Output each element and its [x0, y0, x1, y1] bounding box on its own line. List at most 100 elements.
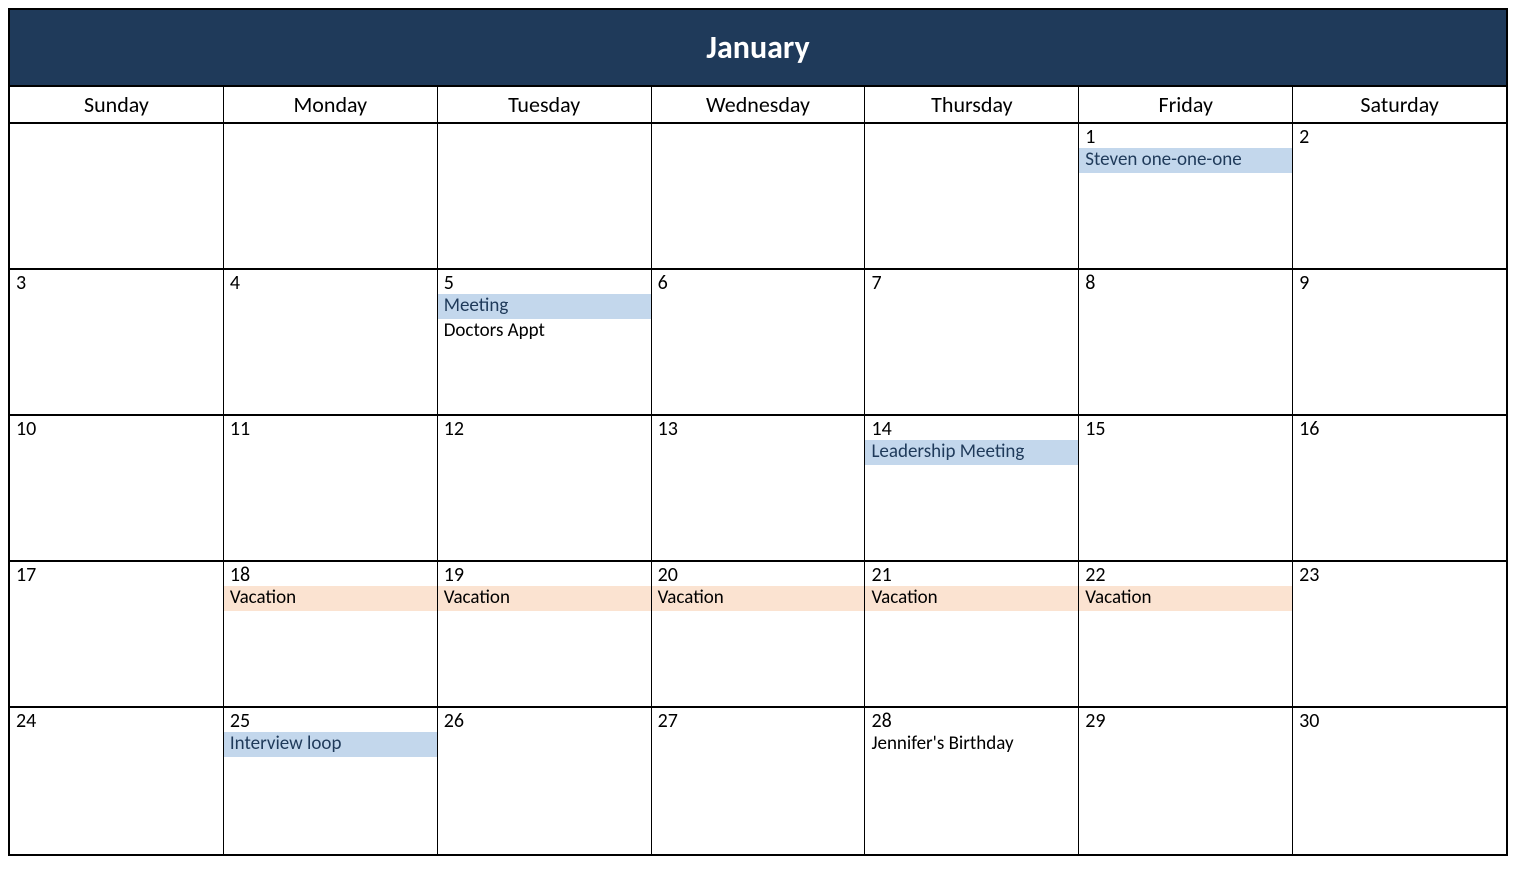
day-cell[interactable]: 22Vacation — [1079, 562, 1293, 706]
day-number: 17 — [14, 564, 219, 586]
week-row: 345MeetingDoctors Appt6789 — [10, 270, 1506, 416]
day-cell[interactable]: 16 — [1293, 416, 1506, 560]
day-cell[interactable] — [10, 124, 224, 268]
day-number: 24 — [14, 710, 219, 732]
day-cell[interactable]: 21Vacation — [865, 562, 1079, 706]
day-cell[interactable]: 13 — [652, 416, 866, 560]
day-header-saturday: Saturday — [1293, 87, 1506, 122]
day-cell[interactable]: 8 — [1079, 270, 1293, 414]
day-header-monday: Monday — [224, 87, 438, 122]
calendar-event[interactable]: Doctors Appt — [438, 319, 651, 344]
day-cell[interactable]: 3 — [10, 270, 224, 414]
week-row: 2425Interview loop262728Jennifer's Birth… — [10, 708, 1506, 854]
day-cell[interactable] — [438, 124, 652, 268]
day-number: 11 — [228, 418, 433, 440]
day-cell[interactable]: 1Steven one-one-one — [1079, 124, 1293, 268]
events-list: Jennifer's Birthday — [869, 732, 1074, 757]
events-list: Interview loop — [228, 732, 433, 757]
day-cell[interactable]: 17 — [10, 562, 224, 706]
day-cell[interactable]: 2 — [1293, 124, 1506, 268]
day-cell[interactable]: 29 — [1079, 708, 1293, 854]
week-row: 1011121314Leadership Meeting1516 — [10, 416, 1506, 562]
day-number: 3 — [14, 272, 219, 294]
day-number: 21 — [869, 564, 1074, 586]
day-cell[interactable]: 25Interview loop — [224, 708, 438, 854]
day-header-wednesday: Wednesday — [652, 87, 866, 122]
day-number: 6 — [656, 272, 861, 294]
day-number: 25 — [228, 710, 433, 732]
day-header-friday: Friday — [1079, 87, 1293, 122]
day-cell[interactable]: 5MeetingDoctors Appt — [438, 270, 652, 414]
day-number: 7 — [869, 272, 1074, 294]
events-list: Vacation — [1083, 586, 1288, 611]
day-cell[interactable]: 12 — [438, 416, 652, 560]
day-cell[interactable]: 10 — [10, 416, 224, 560]
day-header-sunday: Sunday — [10, 87, 224, 122]
events-list: Vacation — [656, 586, 861, 611]
day-number: 9 — [1297, 272, 1502, 294]
day-number: 10 — [14, 418, 219, 440]
events-list: MeetingDoctors Appt — [442, 294, 647, 343]
events-list: Steven one-one-one — [1083, 148, 1288, 173]
day-number: 4 — [228, 272, 433, 294]
day-cell[interactable]: 6 — [652, 270, 866, 414]
events-list: Leadership Meeting — [869, 440, 1074, 465]
day-number: 14 — [869, 418, 1074, 440]
day-number: 2 — [1297, 126, 1502, 148]
calendar-event[interactable]: Meeting — [438, 294, 651, 319]
calendar-event[interactable]: Vacation — [865, 586, 1078, 611]
day-cell[interactable]: 24 — [10, 708, 224, 854]
day-number: 30 — [1297, 710, 1502, 732]
day-number: 15 — [1083, 418, 1288, 440]
day-cell[interactable]: 23 — [1293, 562, 1506, 706]
day-number: 5 — [442, 272, 647, 294]
day-number: 28 — [869, 710, 1074, 732]
week-row: 1Steven one-one-one2 — [10, 124, 1506, 270]
calendar-event[interactable]: Jennifer's Birthday — [865, 732, 1078, 757]
day-number: 12 — [442, 418, 647, 440]
day-cell[interactable]: 9 — [1293, 270, 1506, 414]
calendar: January Sunday Monday Tuesday Wednesday … — [8, 8, 1508, 856]
calendar-event[interactable]: Interview loop — [224, 732, 437, 757]
calendar-event[interactable]: Steven one-one-one — [1079, 148, 1292, 173]
day-cell[interactable]: 27 — [652, 708, 866, 854]
day-number: 20 — [656, 564, 861, 586]
day-header-tuesday: Tuesday — [438, 87, 652, 122]
events-list: Vacation — [869, 586, 1074, 611]
weeks-container: 1Steven one-one-one2345MeetingDoctors Ap… — [10, 124, 1506, 854]
day-cell[interactable]: 18Vacation — [224, 562, 438, 706]
day-number: 19 — [442, 564, 647, 586]
day-cell[interactable]: 28Jennifer's Birthday — [865, 708, 1079, 854]
calendar-event[interactable]: Leadership Meeting — [865, 440, 1078, 465]
day-number: 22 — [1083, 564, 1288, 586]
day-number: 8 — [1083, 272, 1288, 294]
day-cell[interactable]: 26 — [438, 708, 652, 854]
day-header-thursday: Thursday — [865, 87, 1079, 122]
week-row: 1718Vacation19Vacation20Vacation21Vacati… — [10, 562, 1506, 708]
day-cell[interactable] — [652, 124, 866, 268]
calendar-event[interactable]: Vacation — [224, 586, 437, 611]
day-cell[interactable]: 11 — [224, 416, 438, 560]
day-number: 18 — [228, 564, 433, 586]
day-number: 16 — [1297, 418, 1502, 440]
day-cell[interactable]: 30 — [1293, 708, 1506, 854]
day-cell[interactable] — [224, 124, 438, 268]
events-list: Vacation — [228, 586, 433, 611]
calendar-event[interactable]: Vacation — [1079, 586, 1292, 611]
day-number: 26 — [442, 710, 647, 732]
day-cell[interactable]: 19Vacation — [438, 562, 652, 706]
day-number: 29 — [1083, 710, 1288, 732]
day-cell[interactable]: 14Leadership Meeting — [865, 416, 1079, 560]
day-cell[interactable] — [865, 124, 1079, 268]
month-title: January — [10, 10, 1506, 87]
day-number: 23 — [1297, 564, 1502, 586]
day-cell[interactable]: 20Vacation — [652, 562, 866, 706]
day-cell[interactable]: 4 — [224, 270, 438, 414]
calendar-event[interactable]: Vacation — [652, 586, 865, 611]
day-cell[interactable]: 7 — [865, 270, 1079, 414]
events-list: Vacation — [442, 586, 647, 611]
calendar-event[interactable]: Vacation — [438, 586, 651, 611]
day-number: 13 — [656, 418, 861, 440]
day-number: 27 — [656, 710, 861, 732]
day-cell[interactable]: 15 — [1079, 416, 1293, 560]
